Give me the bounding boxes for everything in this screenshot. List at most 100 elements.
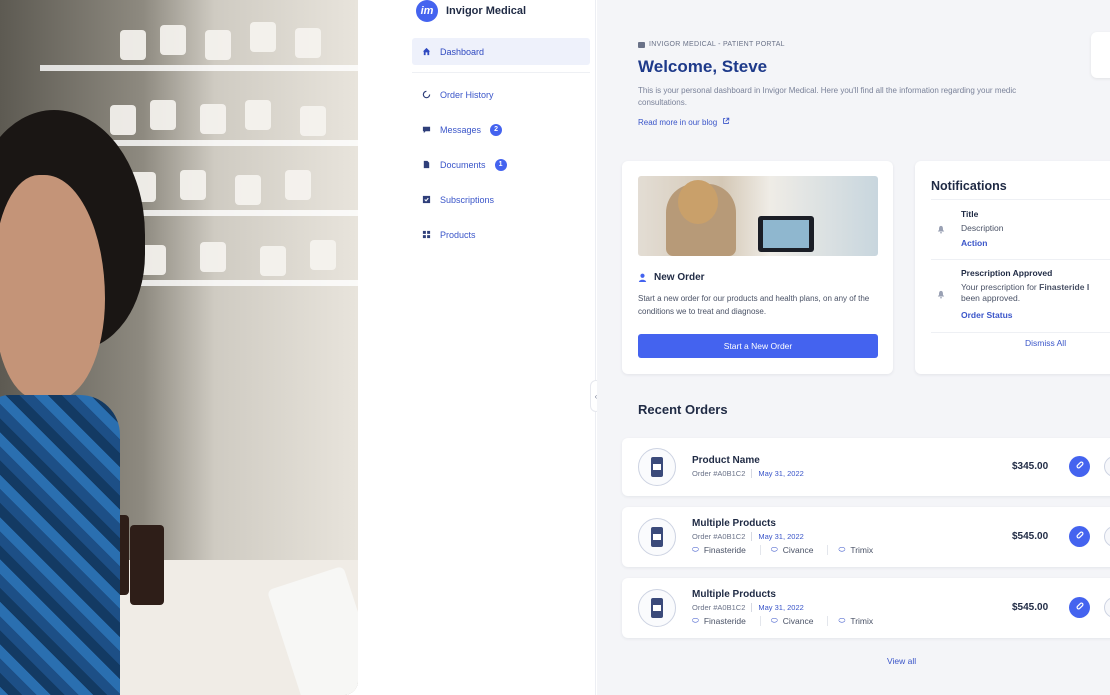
product-tag: ⬭ Civance — [771, 545, 829, 555]
secondary-action-button[interactable] — [1104, 526, 1110, 547]
product-thumbnail — [638, 589, 676, 627]
view-all-link[interactable]: View all — [887, 656, 916, 666]
product-tag-label: Finasteride — [703, 616, 746, 626]
divider — [931, 259, 1110, 260]
breadcrumb: INVIGOR MEDICAL - PATIENT PORTAL — [638, 41, 785, 48]
patient-hair — [678, 180, 718, 224]
divider — [931, 199, 1110, 200]
notification-description: Your prescription for Finasteride I been… — [961, 282, 1110, 304]
notification-description-line2: been approved. — [961, 293, 1021, 303]
order-number: Order #A0B1C2 — [692, 532, 746, 541]
bottle — [300, 106, 326, 136]
pill-action-button[interactable] — [1069, 456, 1090, 477]
new-order-description: Start a new order for our products and h… — [638, 294, 870, 316]
secondary-action-button[interactable] — [1104, 597, 1110, 618]
sidebar-item-documents[interactable]: Documents 1 — [412, 151, 590, 178]
order-row[interactable]: Multiple Products Order #A0B1C2 May 31, … — [622, 507, 1110, 567]
start-new-order-button[interactable]: Start a New Order — [638, 334, 878, 358]
bottle — [110, 105, 136, 135]
order-row[interactable]: Product Name Order #A0B1C2 May 31, 2022 … — [622, 438, 1110, 496]
bottle — [160, 25, 186, 55]
new-order-heading: New Order — [638, 272, 705, 283]
order-date: May 31, 2022 — [751, 532, 804, 541]
sidebar-nav: Dashboard Order History Messages 2 Docum… — [412, 38, 590, 256]
sidebar-item-label: Products — [440, 229, 476, 240]
notification-item: Title Description Action — [937, 209, 1110, 254]
pill-icon: ⬭ — [692, 616, 699, 625]
sidebar-item-subscriptions[interactable]: Subscriptions — [412, 186, 590, 213]
pill-icon: ⬭ — [770, 616, 778, 625]
product-thumbnail — [638, 448, 676, 486]
notification-drug-name: Finasteride I — [1039, 282, 1090, 292]
order-product-name: Multiple Products — [692, 589, 776, 600]
dismiss-all-link[interactable]: Dismiss All — [1025, 338, 1066, 348]
bottle — [285, 170, 311, 200]
product-tag: ⬭ Finasteride — [692, 545, 761, 555]
main-content: INVIGOR MEDICAL - PATIENT PORTAL Welcome… — [597, 0, 1110, 695]
brand-logo: im — [416, 0, 438, 22]
header-action-button[interactable] — [1091, 32, 1110, 78]
page-title: Welcome, Steve — [638, 57, 768, 76]
sidebar-item-label: Messages — [440, 124, 482, 135]
bottle — [260, 246, 286, 276]
external-link-icon — [722, 117, 730, 127]
brand-name: Invigor Medical — [446, 5, 527, 17]
sidebar-item-label: Order History — [440, 89, 494, 100]
notification-action-link[interactable]: Action — [961, 238, 987, 248]
pill-icon: ⬭ — [692, 545, 699, 554]
product-tag: ⬭ Trimix — [838, 616, 887, 626]
blog-link[interactable]: Read more in our blog — [638, 117, 730, 127]
notification-item: Prescription Approved Your prescription … — [937, 268, 1110, 328]
breadcrumb-text: INVIGOR MEDICAL - PATIENT PORTAL — [649, 41, 785, 48]
order-number: Order #A0B1C2 — [692, 469, 746, 478]
intro-line-1: This is your personal dashboard in Invig… — [638, 86, 1017, 95]
order-date: May 31, 2022 — [751, 603, 804, 612]
product-tag-label: Finasteride — [703, 545, 746, 555]
bottle — [205, 30, 231, 60]
recent-orders-title: Recent Orders — [638, 402, 728, 417]
product-tag-label: Trimix — [850, 616, 874, 626]
product-tag-label: Civance — [782, 616, 814, 626]
sidebar-item-label: Subscriptions — [440, 194, 495, 205]
sidebar-item-label: Documents — [440, 159, 486, 170]
order-row[interactable]: Multiple Products Order #A0B1C2 May 31, … — [622, 578, 1110, 638]
intro-text: This is your personal dashboard in Invig… — [638, 85, 1110, 109]
product-tag-label: Trimix — [850, 545, 874, 555]
vial-icon — [651, 527, 663, 547]
notifications-card: Notifications Title Description Action P… — [915, 161, 1110, 374]
order-meta: Order #A0B1C2 May 31, 2022 — [692, 469, 804, 478]
pill-action-button[interactable] — [1069, 526, 1090, 547]
brand[interactable]: im Invigor Medical — [416, 0, 526, 22]
person-scarf — [0, 395, 120, 695]
sidebar-item-products[interactable]: Products — [412, 221, 590, 248]
sidebar-item-dashboard[interactable]: Dashboard — [412, 38, 590, 73]
sidebar-item-messages[interactable]: Messages 2 — [412, 116, 590, 143]
bottle — [295, 28, 321, 58]
pill-icon: ⬭ — [838, 545, 846, 554]
order-price: $545.00 — [1012, 602, 1049, 613]
grid-icon — [422, 230, 431, 239]
bottle — [180, 170, 206, 200]
vial-icon — [651, 457, 663, 477]
sidebar-item-order-history[interactable]: Order History — [412, 81, 590, 108]
bottle — [150, 100, 176, 130]
notification-title: Title — [961, 209, 979, 219]
blog-link-label: Read more in our blog — [638, 117, 718, 127]
notification-description: Description — [961, 223, 1004, 233]
messages-count-badge: 2 — [490, 123, 503, 136]
order-status-link[interactable]: Order Status — [961, 310, 1013, 320]
notifications-title: Notifications — [931, 179, 1007, 193]
order-meta: Order #A0B1C2 May 31, 2022 — [692, 603, 804, 612]
pill-action-button[interactable] — [1069, 597, 1090, 618]
pill-icon — [1075, 530, 1085, 543]
bell-icon — [937, 225, 945, 236]
divider — [931, 332, 1110, 333]
order-product-name: Product Name — [692, 455, 760, 466]
order-date: May 31, 2022 — [751, 469, 804, 478]
subscription-icon — [422, 195, 431, 204]
telehealth-photo — [638, 176, 878, 256]
hero-photo — [0, 0, 358, 695]
secondary-action-button[interactable] — [1104, 456, 1110, 477]
vial-icon — [651, 598, 663, 618]
sidebar-item-label: Dashboard — [440, 46, 485, 57]
